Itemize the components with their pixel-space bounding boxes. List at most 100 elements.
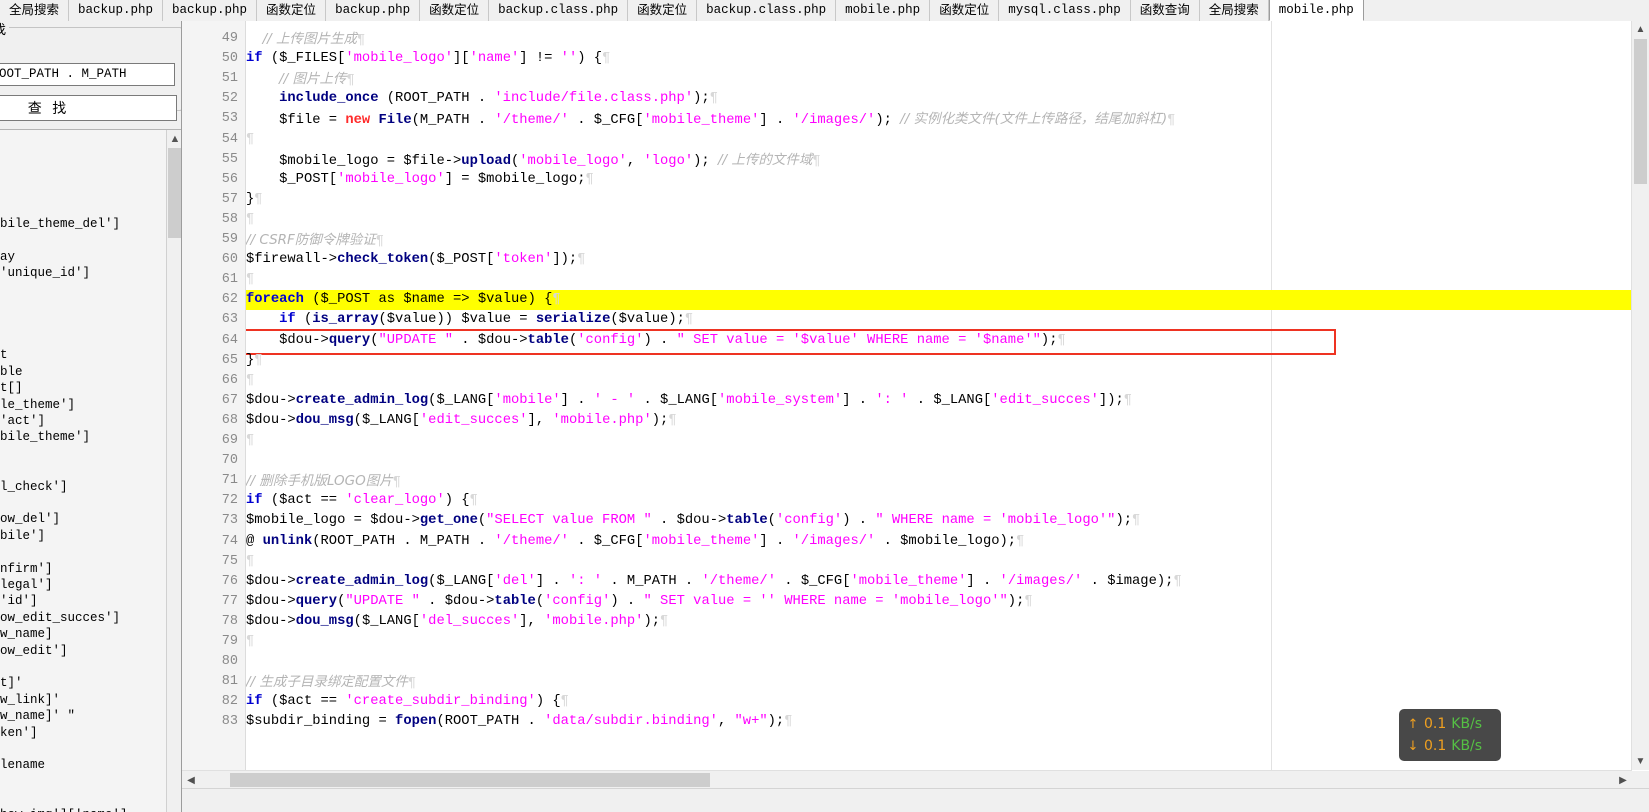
symbol-list-item-9[interactable]: $theme_list	[0, 347, 128, 363]
search-button[interactable]: 查 找	[0, 95, 177, 121]
code-line-77[interactable]: $dou->query("UPDATE " . $dou->table('con…	[246, 592, 1033, 612]
code-line-50[interactable]: if ($_FILES['mobile_logo']['name'] != ''…	[246, 49, 610, 69]
symbol-list-item-27[interactable]: $_LANG['show_edit']	[0, 643, 128, 659]
tab-5[interactable]: 函数定位	[420, 0, 490, 21]
symbol-list-item-18[interactable]: $show_name	[0, 495, 128, 511]
symbol-list-item-24[interactable]: $_REQUEST['id']	[0, 593, 128, 609]
symbol-list-item-29[interactable]: $_POST[sort]'	[0, 675, 128, 691]
code-line-53[interactable]: $file = new File(M_PATH . '/theme/' . $_…	[246, 109, 1175, 129]
symbol-list-scrollbar[interactable]: ▲	[166, 130, 181, 812]
code-line-63[interactable]: if (is_array($value)) $value = serialize…	[246, 310, 693, 330]
scroll-left-icon[interactable]: ◀	[182, 771, 200, 789]
code-line-67[interactable]: $dou->create_admin_log($_LANG['mobile'] …	[246, 391, 1132, 411]
symbol-list-item-19[interactable]: $_LANG['show_del']	[0, 511, 128, 527]
code-line-56[interactable]: $_POST['mobile_logo'] = $mobile_logo;¶	[246, 170, 594, 190]
code-line-81[interactable]: // 生成子目录绑定配置文件¶	[246, 672, 416, 692]
symbol-list-item-32[interactable]: $_POST['token']	[0, 725, 128, 741]
code-line-54[interactable]: ¶	[246, 130, 254, 150]
symbol-list-item-35[interactable]: $file	[0, 774, 128, 790]
code-line-75[interactable]: ¶	[246, 552, 254, 572]
symbol-list-item-3[interactable]: $theme_array	[0, 249, 128, 265]
scroll-right-icon[interactable]: ▶	[1614, 771, 1632, 789]
symbol-list-item-2[interactable]: $is_cloud	[0, 232, 128, 248]
symbol-list-item-13[interactable]: $_REQUEST['act']	[0, 413, 128, 429]
code-line-71[interactable]: // 删除手机版LOGO图片¶	[246, 471, 401, 491]
symbol-list-item-30[interactable]: $_POST[show_link]'	[0, 692, 128, 708]
symbol-list-item-17[interactable]: $_LANG['del_check']	[0, 479, 128, 495]
search-input[interactable]: @ unlink(ROOT_PATH . M_PATH	[0, 63, 175, 86]
symbol-list-item-16[interactable]	[0, 462, 128, 478]
code-line-74[interactable]: @ unlink(ROOT_PATH . M_PATH . '/theme/' …	[246, 532, 1024, 552]
tab-9[interactable]: mobile.php	[836, 0, 931, 21]
symbol-list-item-10[interactable]: $theme_enable	[0, 364, 128, 380]
symbol-list-item-31[interactable]: $_POST[show_name]' "	[0, 708, 128, 724]
symbol-list-item-26[interactable]: $_POST[show_name]	[0, 626, 128, 642]
symbol-list-item-21[interactable]: $show_img	[0, 544, 128, 560]
code-line-52[interactable]: include_once (ROOT_PATH . 'include/file.…	[246, 89, 718, 109]
code-line-82[interactable]: if ($act == 'create_subdir_binding') {¶	[246, 692, 569, 712]
code-line-83[interactable]: $subdir_binding = fopen(ROOT_PATH . 'dat…	[246, 712, 793, 732]
symbol-list-item-34[interactable]: $custom_filename	[0, 757, 128, 773]
tab-13[interactable]: 全局搜索	[1199, 0, 1269, 21]
code-line-49[interactable]: // 上传图片生成¶	[246, 29, 366, 49]
code-line-73[interactable]: $mobile_logo = $dou->get_one("SELECT val…	[246, 511, 1140, 531]
tab-12[interactable]: 函数查询	[1130, 0, 1200, 21]
network-speed-widget[interactable]: ↑ 0.1 KB/s ↓ 0.1 KB/s	[1399, 709, 1501, 761]
code-line-58[interactable]: ¶	[246, 210, 254, 230]
code-line-79[interactable]: ¶	[246, 632, 254, 652]
scroll-up-icon[interactable]: ▲	[1632, 21, 1649, 38]
code-line-68[interactable]: $dou->dou_msg($_LANG['edit_succes'], 'mo…	[246, 411, 677, 431]
tab-1[interactable]: backup.php	[69, 0, 164, 21]
code-line-66[interactable]: ¶	[246, 371, 254, 391]
symbol-list[interactable]: 函数列表一 变量列表一 $unique_id$_LANG['mobile_the…	[0, 134, 128, 812]
symbol-list-spacer[interactable]	[0, 150, 128, 166]
symbol-list-box[interactable]: 函数列表一 变量列表一 $unique_id$_LANG['mobile_the…	[0, 129, 181, 812]
symbol-list-header-functions[interactable]: 函数列表一	[0, 134, 128, 150]
code-line-76[interactable]: $dou->create_admin_log($_LANG['del'] . '…	[246, 572, 1182, 592]
symbol-list-spacer[interactable]	[0, 183, 128, 199]
code-line-57[interactable]: }¶	[246, 190, 263, 210]
symbol-list-item-36[interactable]: $file_name	[0, 790, 128, 806]
code-line-78[interactable]: $dou->dou_msg($_LANG['del_succes'], 'mob…	[246, 612, 668, 632]
code-line-72[interactable]: if ($act == 'clear_logo') {¶	[246, 491, 478, 511]
code-line-61[interactable]: ¶	[246, 270, 254, 290]
scroll-down-icon[interactable]: ▼	[1632, 753, 1649, 770]
tab-8[interactable]: backup.class.php	[697, 0, 837, 21]
tab-3[interactable]: 函数定位	[257, 0, 327, 21]
tab-6[interactable]: backup.class.php	[489, 0, 629, 21]
symbol-list-header-variables[interactable]: 变量列表一	[0, 167, 128, 183]
symbol-list-item-11[interactable]: $theme_list[]	[0, 380, 128, 396]
symbol-list-item-4[interactable]: $_REQUEST['unique_id']	[0, 265, 128, 281]
symbol-list-item-7[interactable]: $sorty	[0, 314, 128, 330]
symbol-list-item-5[interactable]: $check	[0, 282, 128, 298]
code-line-65[interactable]: }¶	[246, 351, 263, 371]
editor-vertical-scrollbar[interactable]: ▲ ▼	[1631, 21, 1649, 770]
symbol-list-item-22[interactable]: $_POST['confirm']	[0, 561, 128, 577]
tab-4[interactable]: backup.php	[326, 0, 421, 21]
code-line-59[interactable]: // CSRF防御令牌验证¶	[246, 230, 384, 250]
code-line-60[interactable]: $firewall->check_token($_POST['token']);…	[246, 250, 586, 270]
code-line-64[interactable]: $dou->query("UPDATE " . $dou->table('con…	[246, 331, 1066, 351]
tab-2[interactable]: backup.php	[163, 0, 258, 21]
symbol-list-item-33[interactable]: $firewall	[0, 741, 128, 757]
editor-horizontal-scrollbar[interactable]: ◀ ▶	[182, 770, 1632, 789]
tab-0[interactable]: 全局搜索	[0, 0, 70, 21]
scrollbar-thumb[interactable]	[168, 148, 181, 238]
tab-10[interactable]: 函数定位	[930, 0, 1000, 21]
code-line-55[interactable]: $mobile_logo = $file->upload('mobile_log…	[246, 150, 821, 170]
code-line-51[interactable]: // 图片上传¶	[246, 69, 355, 89]
tab-14[interactable]: mobile.php	[1268, 0, 1364, 21]
symbol-list-item-28[interactable]	[0, 659, 128, 675]
symbol-list-item-6[interactable]	[0, 298, 128, 314]
symbol-list-item-14[interactable]: $_LANG['mobile_theme']	[0, 429, 128, 445]
symbol-list-item-8[interactable]: $SET	[0, 331, 128, 347]
tab-7[interactable]: 函数定位	[628, 0, 698, 21]
code-line-62[interactable]: foreach ($_POST as $name => $value) {¶	[246, 290, 561, 310]
scroll-up-icon[interactable]: ▲	[167, 130, 181, 147]
symbol-list-item-0[interactable]: $unique_id	[0, 200, 128, 216]
symbol-list-item-15[interactable]	[0, 446, 128, 462]
symbol-list-item-1[interactable]: $_LANG['mobile_theme_del']	[0, 216, 128, 232]
tab-11[interactable]: mysql.class.php	[999, 0, 1131, 21]
vertical-scrollbar-thumb[interactable]	[1634, 39, 1647, 184]
code-line-69[interactable]: ¶	[246, 431, 254, 451]
